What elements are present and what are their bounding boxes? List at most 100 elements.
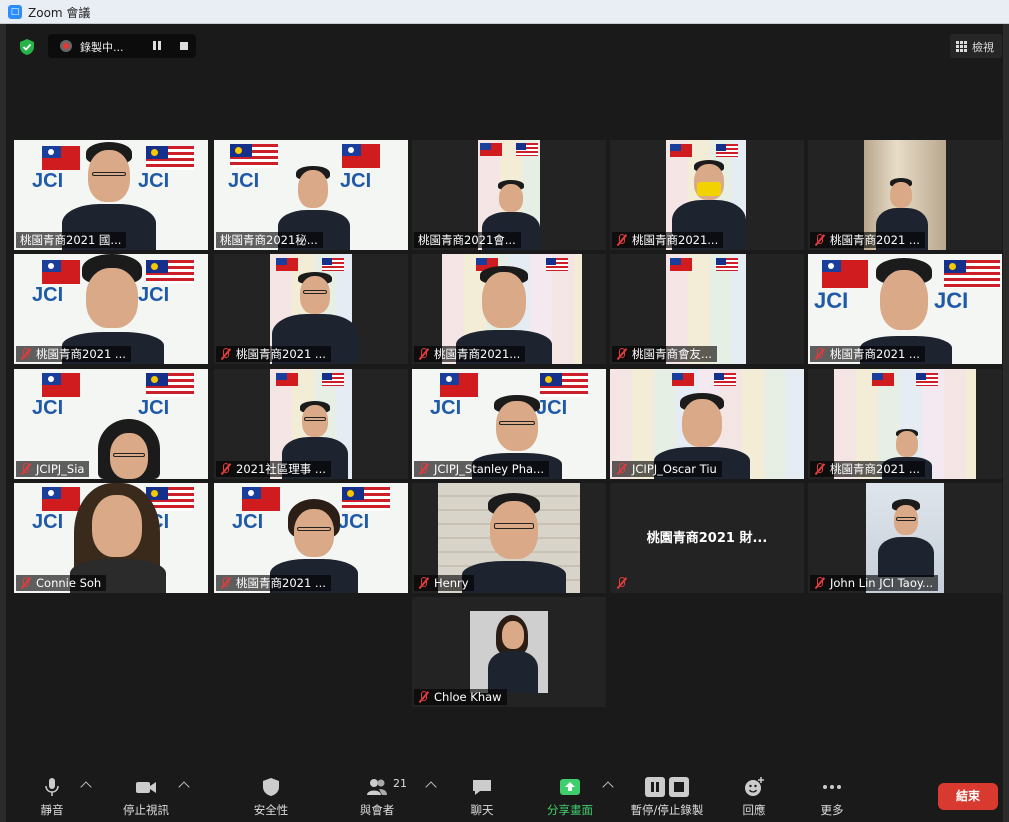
video-tile[interactable]: 桃園青商2021 ...: [808, 140, 1002, 250]
video-tile[interactable]: JCI JCI Connie Soh: [14, 483, 208, 593]
view-label: 檢視: [972, 41, 994, 54]
mic-muted-icon: [220, 348, 231, 359]
video-tile[interactable]: JCI JCI 桃園青商2021 ...: [214, 483, 408, 593]
more-button[interactable]: 更多: [812, 764, 852, 822]
meeting-controls-toolbar: 靜音 停止視訊 安全性 與會者 21 聊天 分享畫面 暫停/停止錄製 回應 更多…: [6, 764, 1003, 822]
video-tile[interactable]: 桃園青商2021 ...: [214, 254, 408, 364]
participant-name-label: 桃園青商2021 ...: [16, 346, 131, 362]
mic-muted-icon: [220, 577, 231, 588]
shield-icon: [263, 778, 279, 796]
video-tile[interactable]: JCI JCI JCIPJ_Stanley Pha...: [412, 369, 606, 479]
window-title: Zoom 會議: [28, 6, 91, 20]
participant-name-label: 桃園青商2021 ...: [810, 461, 925, 477]
mic-muted-icon: [616, 234, 627, 245]
encryption-shield-icon[interactable]: [18, 38, 36, 56]
video-tile[interactable]: JCI JCI 桃園青商2021 國...: [14, 140, 208, 250]
mic-muted-icon: [616, 348, 627, 359]
end-meeting-button[interactable]: 結束: [938, 783, 998, 810]
mute-button[interactable]: 靜音: [32, 764, 72, 822]
chat-button[interactable]: 聊天: [460, 764, 504, 822]
participant-name-label: 桃園青商2021 ...: [216, 346, 331, 362]
mic-muted-icon: [20, 577, 31, 588]
mic-muted-icon: [616, 463, 627, 474]
participant-name-label: JCIPJ_Stanley Pha...: [414, 461, 550, 477]
mic-muted-icon: [616, 577, 627, 588]
participant-name-label: Connie Soh: [16, 575, 107, 591]
mic-muted-icon: [20, 463, 31, 474]
participant-name-label: 桃園青商2021...: [612, 232, 724, 248]
participant-name-label: 2021社區理事 ...: [216, 461, 331, 477]
mic-muted-icon: [20, 348, 31, 359]
video-tile[interactable]: JCI JCI 桃園青商2021 ...: [808, 254, 1002, 364]
video-tile[interactable]: 桃園青商2021...: [610, 140, 804, 250]
video-tile[interactable]: 2021社區理事 ...: [214, 369, 408, 479]
participant-name-label: 桃園青商2021 ...: [810, 346, 925, 362]
video-tile[interactable]: JCI JCI 桃園青商2021 ...: [14, 254, 208, 364]
share-screen-icon: [560, 779, 580, 795]
taiwan-flag: [42, 146, 80, 170]
mic-muted-icon: [418, 463, 429, 474]
participant-name-label: 桃園青商2021秘...: [216, 232, 323, 248]
video-options-caret[interactable]: [178, 781, 190, 793]
jci-logo: JCI: [32, 170, 64, 192]
mic-muted-icon: [418, 348, 429, 359]
pause-recording-icon[interactable]: [152, 41, 162, 51]
participant-name-label: 桃園青商會友...: [612, 346, 717, 362]
video-tile[interactable]: John Lin JCI Taoy...: [808, 483, 1002, 593]
video-camera-icon: [136, 782, 156, 793]
mic-muted-icon: [814, 234, 825, 245]
participant-name-label: JCIPJ_Sia: [16, 461, 90, 477]
video-tile[interactable]: Henry: [412, 483, 606, 593]
video-tile[interactable]: 桃園青商會友...: [610, 254, 804, 364]
video-tile[interactable]: 桃園青商2021...: [412, 254, 606, 364]
zoom-app-icon: □: [8, 5, 22, 19]
participant-name-label: 桃園青商2021 ...: [216, 575, 331, 591]
video-tile[interactable]: Chloe Khaw: [412, 597, 606, 707]
video-tile[interactable]: JCI JCI JCIPJ_Sia: [14, 369, 208, 479]
mic-muted-icon: [814, 577, 825, 588]
pause-stop-icon: [645, 777, 689, 797]
video-tile[interactable]: 桃園青商2021 財...: [610, 483, 804, 593]
participant-name-label: 桃園青商2021會...: [414, 232, 521, 248]
view-button[interactable]: 檢視: [950, 34, 1002, 58]
share-screen-button[interactable]: 分享畫面: [540, 764, 600, 822]
participant-name-label: JCIPJ_Oscar Tiu: [612, 461, 722, 477]
stop-video-button[interactable]: 停止視訊: [116, 764, 176, 822]
mic-muted-icon: [814, 348, 825, 359]
participant-name-label: Chloe Khaw: [414, 689, 507, 705]
video-tile[interactable]: 桃園青商2021會...: [412, 140, 606, 250]
emoji-plus-icon: [745, 777, 764, 796]
video-tile[interactable]: JCIPJ_Oscar Tiu: [610, 369, 804, 479]
reactions-button[interactable]: 回應: [734, 764, 774, 822]
security-button[interactable]: 安全性: [246, 764, 296, 822]
recording-label: 錄製中...: [80, 41, 124, 54]
mic-muted-icon: [418, 691, 429, 702]
video-tile[interactable]: 桃園青商2021 ...: [808, 369, 1002, 479]
stop-recording-icon[interactable]: [180, 42, 188, 50]
window-titlebar: □ Zoom 會議: [0, 0, 1009, 24]
participants-icon: [367, 779, 387, 795]
participants-button[interactable]: 與會者: [352, 764, 402, 822]
grid-view-icon: [956, 41, 967, 52]
participants-count: 21: [393, 777, 407, 790]
participant-name-label: 桃園青商2021 ...: [810, 232, 925, 248]
pause-stop-recording-button[interactable]: 暫停/停止錄製: [622, 764, 712, 822]
share-options-caret[interactable]: [602, 781, 614, 793]
mic-muted-icon: [220, 463, 231, 474]
mic-muted-icon: [418, 577, 429, 588]
participants-options-caret[interactable]: [425, 781, 437, 793]
jci-logo: JCI: [138, 170, 170, 192]
participant-display-name: 桃園青商2021 財...: [646, 531, 768, 546]
mic-muted-icon: [814, 463, 825, 474]
recording-dot-icon: [60, 40, 72, 52]
malaysia-flag: [146, 146, 194, 170]
audio-options-caret[interactable]: [80, 781, 92, 793]
recording-indicator: 錄製中...: [48, 34, 196, 58]
participant-name-label: Henry: [414, 575, 474, 591]
chat-bubble-icon: [473, 780, 491, 795]
microphone-icon: [45, 778, 59, 796]
participant-name-label: John Lin JCI Taoy...: [810, 575, 939, 591]
participant-name-label: [612, 575, 637, 591]
participant-name-label: 桃園青商2021 國...: [16, 232, 127, 248]
video-tile[interactable]: JCI JCI 桃園青商2021秘...: [214, 140, 408, 250]
